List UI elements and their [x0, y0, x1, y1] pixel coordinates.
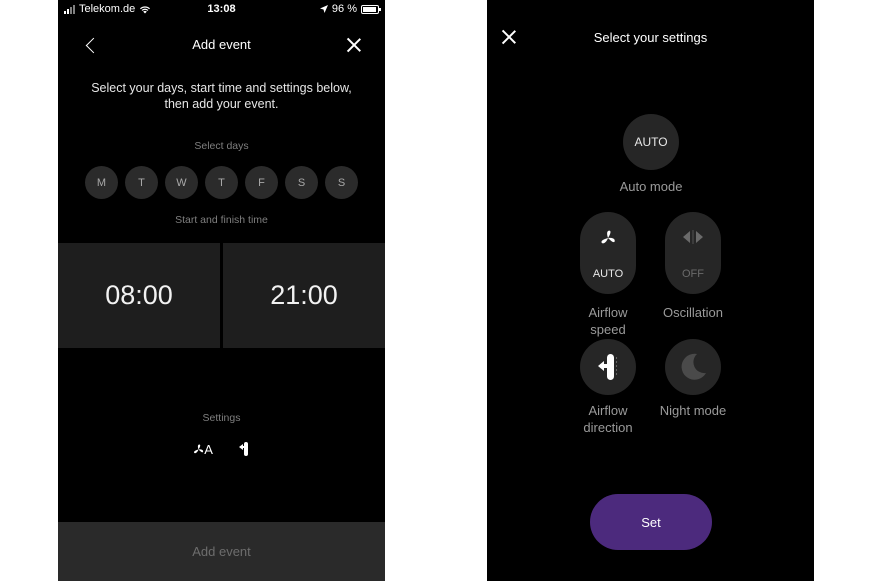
oscillation-label: Oscillation [663, 305, 723, 320]
airflow-speed-label-line2: speed [590, 322, 626, 337]
day-tuesday[interactable]: T [125, 166, 158, 199]
airflow-direction-icon [238, 442, 248, 456]
settings-summary[interactable]: A [58, 441, 385, 457]
finish-time-picker[interactable]: 21:00 [223, 243, 385, 348]
day-saturday[interactable]: S [285, 166, 318, 199]
day-selector: M T W T F S S [85, 166, 358, 199]
fan-icon [194, 444, 204, 454]
select-days-label: Select days [194, 140, 249, 152]
auto-mode-label: Auto mode [619, 179, 683, 194]
location-arrow-icon [319, 5, 328, 13]
intro-text: Select your days, start time and setting… [91, 81, 352, 111]
day-monday[interactable]: M [85, 166, 118, 199]
add-event-button[interactable]: Add event [58, 522, 385, 581]
page-title: Select your settings [593, 30, 708, 45]
select-settings-screen: Select your settings AUTO Auto mode AUTO… [487, 0, 814, 581]
night-mode-label: Night mode [659, 403, 727, 418]
airflow-direction-button[interactable] [580, 339, 636, 395]
close-icon[interactable] [347, 38, 361, 52]
day-sunday[interactable]: S [325, 166, 358, 199]
add-event-screen: Telekom.de 13:08 96 % Add event Select y… [58, 0, 385, 581]
moon-icon [681, 353, 706, 380]
battery-percent: 96 % [331, 3, 357, 15]
day-wednesday[interactable]: W [165, 166, 198, 199]
fan-speed-text: A [204, 442, 213, 457]
day-thursday[interactable]: T [205, 166, 238, 199]
page-title: Add event [192, 37, 251, 52]
auto-mode-button[interactable]: AUTO [623, 114, 679, 170]
battery-icon [361, 4, 381, 14]
oscillation-value: OFF [682, 268, 704, 280]
oscillation-arrows-icon [683, 230, 703, 244]
set-button[interactable]: Set [590, 494, 712, 550]
start-time-picker[interactable]: 08:00 [58, 243, 220, 348]
oscillation-control[interactable]: OFF [665, 212, 721, 294]
airflow-speed-control[interactable]: AUTO [580, 212, 636, 294]
settings-label: Settings [202, 412, 241, 424]
airflow-direction-icon [598, 354, 618, 380]
night-mode-button[interactable] [665, 339, 721, 395]
airflow-direction-label-line2: direction [583, 420, 633, 435]
battery-fill [363, 6, 377, 12]
airflow-speed-value: AUTO [592, 268, 624, 280]
time-label: Start and finish time [175, 214, 268, 226]
status-bar: Telekom.de 13:08 96 % [58, 0, 385, 18]
day-friday[interactable]: F [245, 166, 278, 199]
fan-icon [601, 230, 615, 244]
